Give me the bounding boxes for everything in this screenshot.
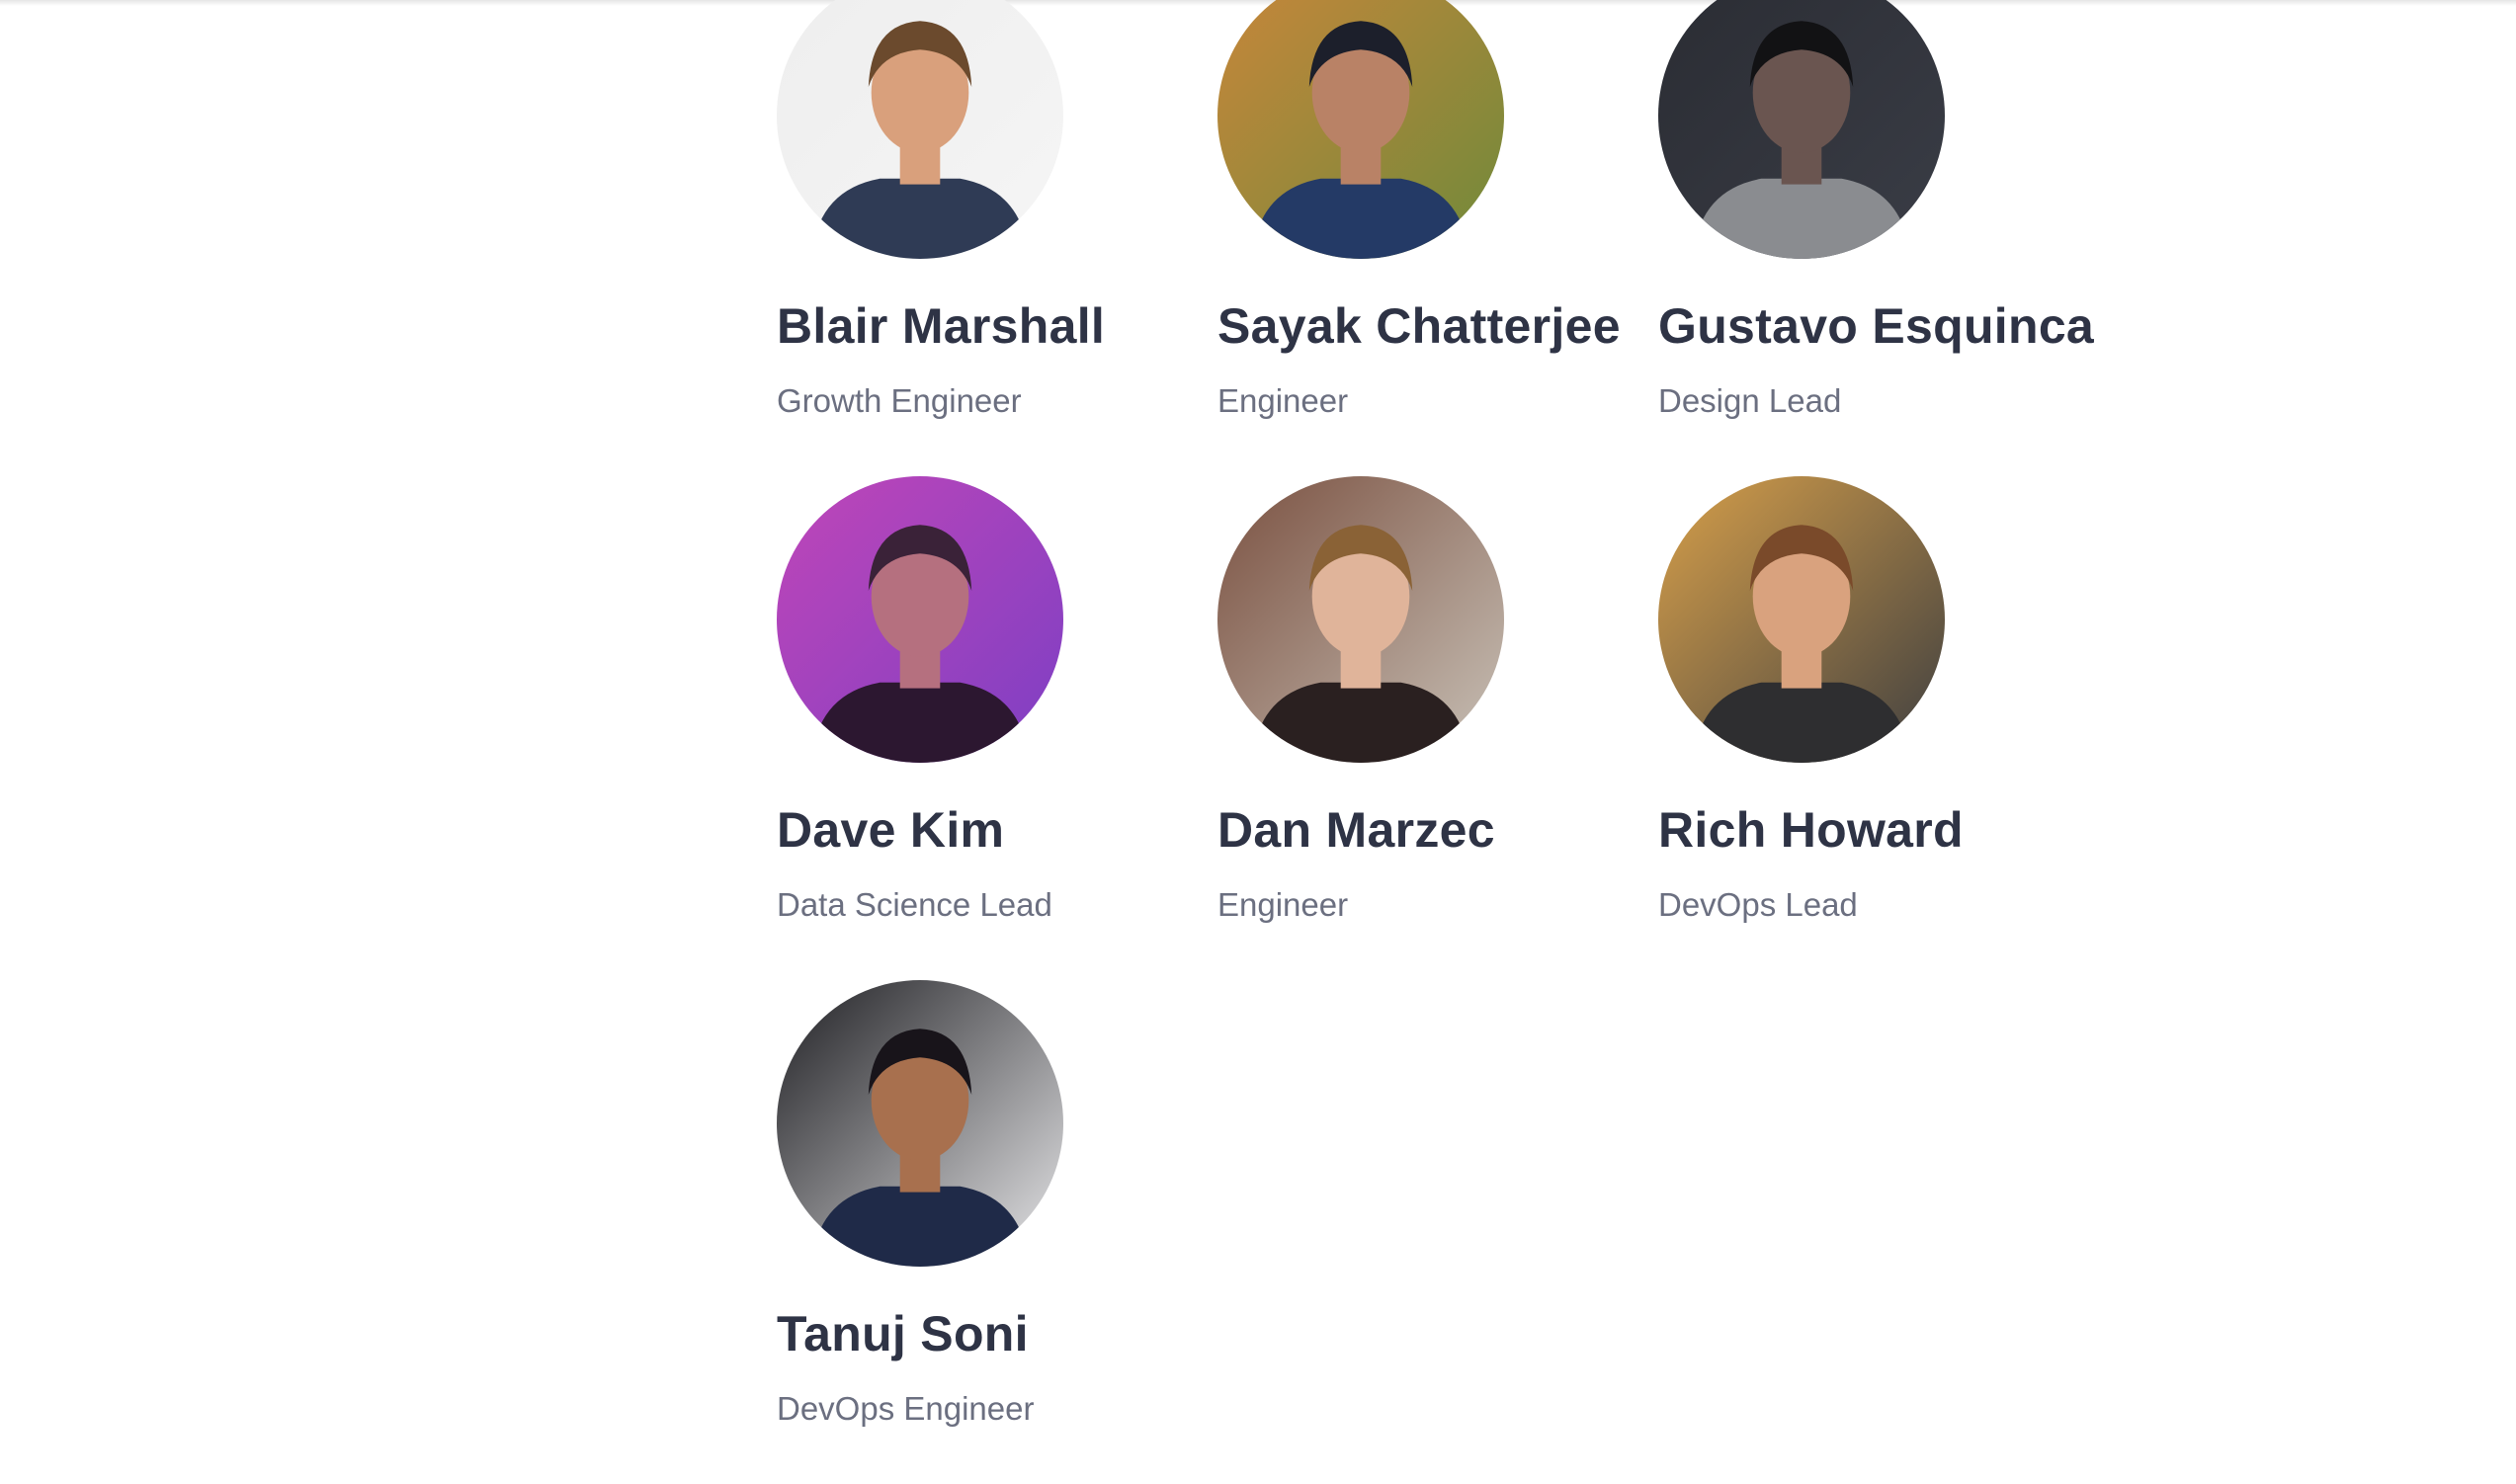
member-avatar: [1217, 0, 1504, 259]
member-name: Gustavo Esquinca: [1658, 298, 2095, 354]
avatar-portrait: [777, 980, 1063, 1267]
member-avatar: [777, 980, 1063, 1267]
member-role: DevOps Engineer: [777, 1390, 1035, 1427]
member-avatar: [777, 476, 1063, 763]
team-member-card[interactable]: Gustavo Esquinca Design Lead: [1658, 0, 2099, 476]
member-name: Blair Marshall: [777, 298, 1106, 354]
avatar-portrait: [1217, 0, 1504, 259]
avatar-portrait: [1217, 476, 1504, 763]
member-role: Engineer: [1217, 382, 1349, 419]
avatar-portrait: [1658, 0, 1945, 259]
team-member-card[interactable]: Blair Marshall Growth Engineer: [777, 0, 1217, 476]
member-avatar: [1217, 476, 1504, 763]
member-avatar: [1658, 476, 1945, 763]
team-grid: Blair Marshall Growth Engineer Sayak Cha…: [777, 0, 2160, 1484]
member-role: DevOps Lead: [1658, 886, 1858, 923]
member-role: Design Lead: [1658, 382, 1842, 419]
member-avatar: [777, 0, 1063, 259]
team-member-card[interactable]: Rich Howard DevOps Lead: [1658, 476, 2099, 980]
avatar-portrait: [777, 476, 1063, 763]
team-member-card[interactable]: Tanuj Soni DevOps Engineer: [777, 980, 1217, 1484]
avatar-portrait: [1658, 476, 1945, 763]
avatar-portrait: [777, 0, 1063, 259]
team-member-card[interactable]: Sayak Chatterjee Engineer: [1217, 0, 1658, 476]
member-role: Engineer: [1217, 886, 1349, 923]
member-name: Dan Marzec: [1217, 802, 1495, 858]
member-name: Rich Howard: [1658, 802, 1964, 858]
member-role: Data Science Lead: [777, 886, 1052, 923]
member-name: Dave Kim: [777, 802, 1005, 858]
member-avatar: [1658, 0, 1945, 259]
member-name: Sayak Chatterjee: [1217, 298, 1621, 354]
team-member-card[interactable]: Dan Marzec Engineer: [1217, 476, 1658, 980]
member-name: Tanuj Soni: [777, 1306, 1029, 1361]
team-member-card[interactable]: Dave Kim Data Science Lead: [777, 476, 1217, 980]
member-role: Growth Engineer: [777, 382, 1022, 419]
